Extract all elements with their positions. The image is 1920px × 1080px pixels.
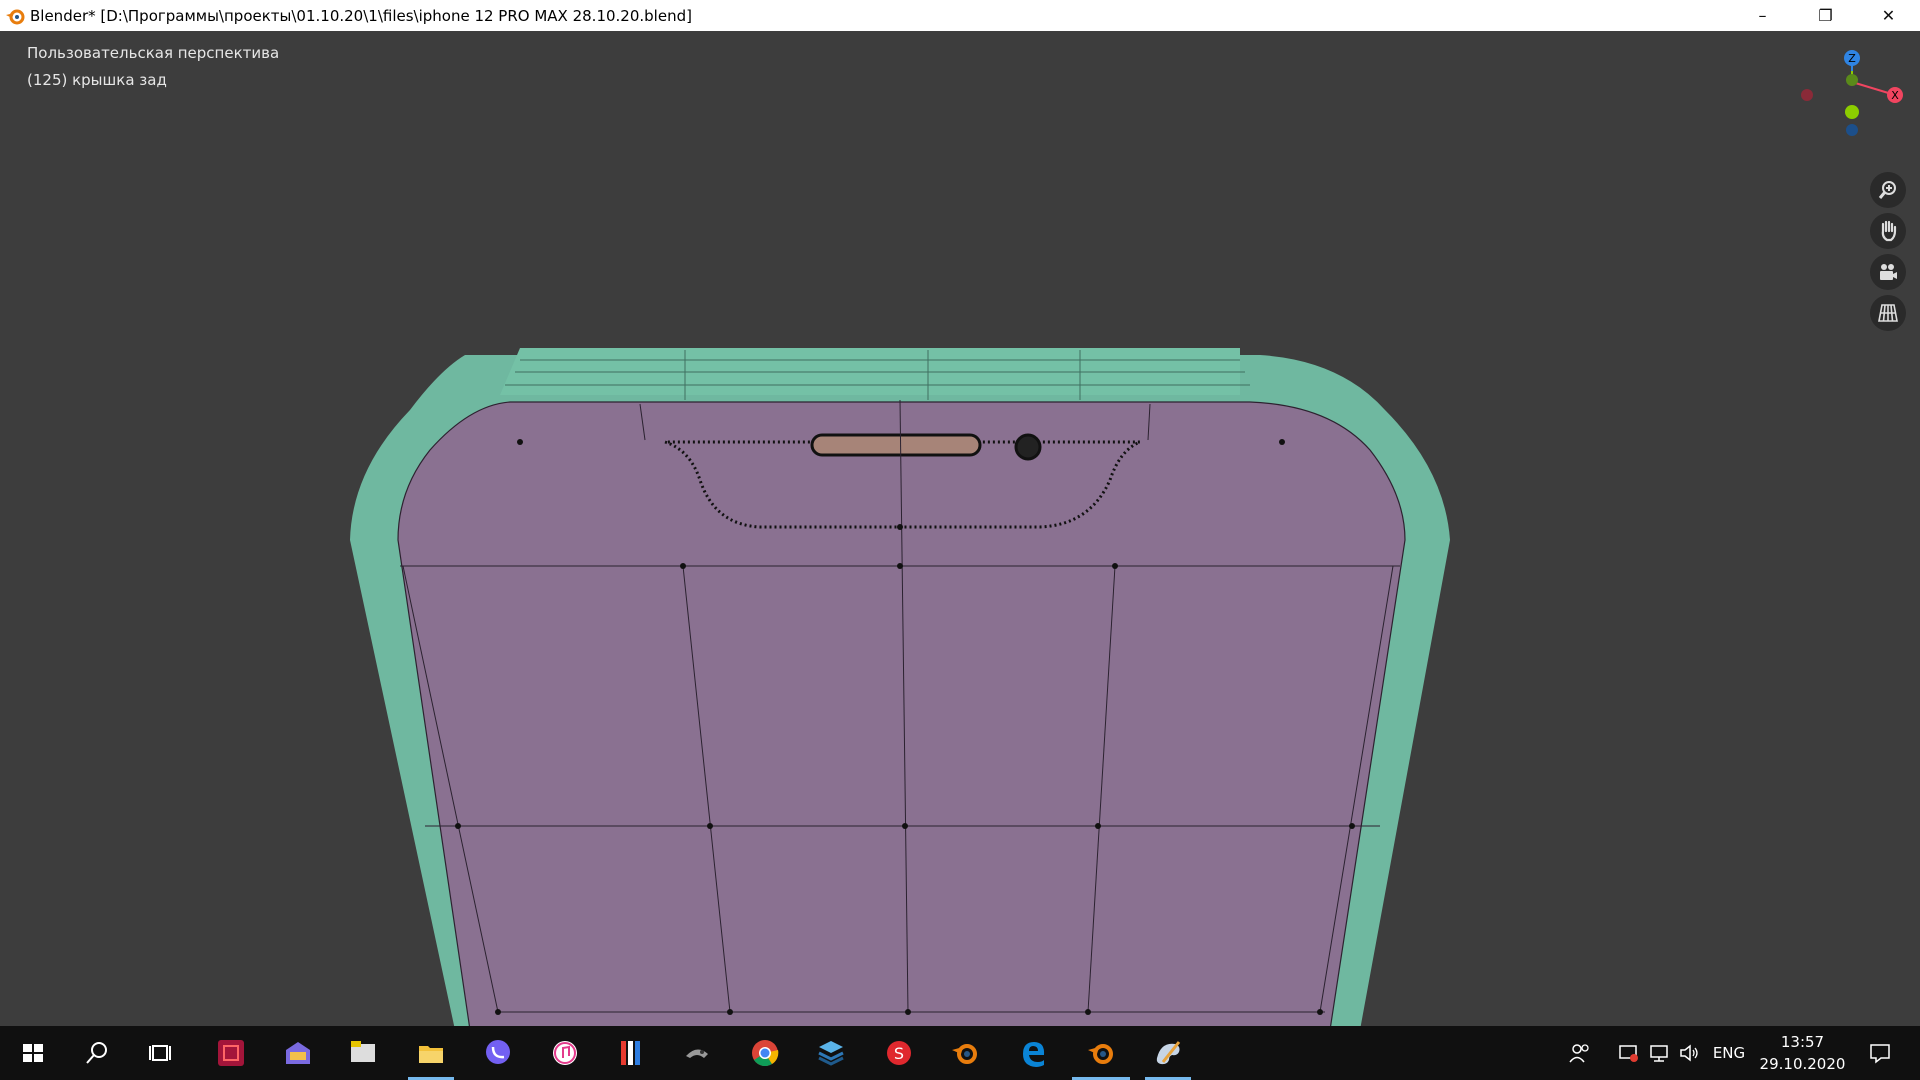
grid-view-icon[interactable] xyxy=(1870,295,1906,331)
z-axis-label: Z xyxy=(1848,52,1856,65)
file-explorer-icon[interactable] xyxy=(398,1026,464,1080)
edge-icon[interactable] xyxy=(1000,1026,1066,1080)
app-icon-1[interactable] xyxy=(198,1026,264,1080)
app-icon-7[interactable]: S xyxy=(866,1026,932,1080)
app-icon-4[interactable] xyxy=(598,1026,664,1080)
task-view-icon[interactable] xyxy=(128,1026,194,1080)
app-icon-3[interactable] xyxy=(330,1026,396,1080)
people-icon[interactable] xyxy=(1565,1026,1595,1080)
network-icon[interactable] xyxy=(1645,1026,1673,1080)
blender-logo-icon xyxy=(6,9,25,24)
app-icon-6[interactable] xyxy=(798,1026,864,1080)
navigation-gizmo[interactable]: Z X xyxy=(1790,46,1910,156)
start-icon[interactable] xyxy=(0,1026,66,1080)
x-axis-label: X xyxy=(1891,89,1899,102)
taskbar: S ENG 13:57 29.10.2020 xyxy=(0,1026,1920,1080)
title-bar: Blender* [D:\Программы\проекты\01.10.20\… xyxy=(0,0,1920,31)
app-icon-2[interactable] xyxy=(265,1026,331,1080)
3d-viewport[interactable]: Пользовательская перспектива (125) крышк… xyxy=(0,31,1920,1026)
paint-icon[interactable] xyxy=(1135,1026,1201,1080)
blender-icon[interactable] xyxy=(1068,1026,1134,1080)
svg-text:S: S xyxy=(894,1044,904,1063)
view-name-label: Пользовательская перспектива xyxy=(27,44,280,62)
pan-hand-icon[interactable] xyxy=(1870,213,1906,249)
volume-icon[interactable] xyxy=(1675,1026,1703,1080)
zoom-icon[interactable] xyxy=(1870,172,1906,208)
itunes-icon[interactable] xyxy=(532,1026,598,1080)
clock-date: 29.10.2020 xyxy=(1759,1055,1846,1073)
window-title: Blender* [D:\Программы\проекты\01.10.20\… xyxy=(30,6,692,25)
phone-mesh[interactable] xyxy=(0,31,1920,1026)
close-button[interactable]: ✕ xyxy=(1857,0,1920,31)
clock-time: 13:57 xyxy=(1780,1033,1825,1051)
viber-icon[interactable] xyxy=(465,1026,531,1080)
security-icon[interactable] xyxy=(1615,1026,1643,1080)
chrome-icon[interactable] xyxy=(732,1026,798,1080)
clock[interactable]: 13:57 29.10.2020 xyxy=(1755,1026,1850,1080)
minimize-button[interactable]: – xyxy=(1731,0,1794,31)
app-icon-5[interactable] xyxy=(664,1026,730,1080)
search-icon[interactable] xyxy=(64,1026,130,1080)
object-name-label: (125) крышка зад xyxy=(27,71,167,89)
camera-icon[interactable] xyxy=(1870,254,1906,290)
maximize-button[interactable]: ❐ xyxy=(1794,0,1857,31)
blender-icon[interactable] xyxy=(932,1026,998,1080)
language-indicator[interactable]: ENG xyxy=(1704,1026,1754,1080)
notifications-icon[interactable] xyxy=(1860,1026,1900,1080)
